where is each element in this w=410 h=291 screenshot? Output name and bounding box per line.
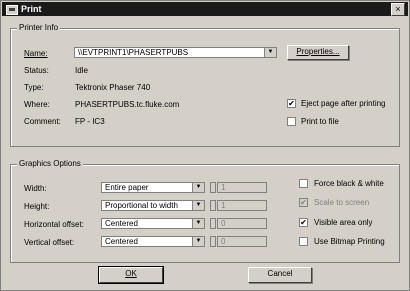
chevron-down-icon[interactable]: ▼ xyxy=(264,48,276,57)
printer-name-value: \\EVTPRINT1\PHASERTPUBS xyxy=(78,48,189,57)
width-value: Entire paper xyxy=(105,183,149,192)
printer-info-group: Printer Info Name: \\EVTPRINT1\PHASERTPU… xyxy=(10,23,400,147)
height-spinner xyxy=(210,200,216,211)
status-label: Status: xyxy=(24,66,49,75)
height-dropdown[interactable]: Proportional to width ▼ xyxy=(101,200,205,211)
comment-value: FP - IC3 xyxy=(75,117,105,126)
where-label: Where: xyxy=(24,100,50,109)
properties-button[interactable]: Properties... xyxy=(287,45,349,60)
where-value: PHASERTPUBS.tc.fluke.com xyxy=(75,100,180,109)
use-bitmap-printing-checkbox[interactable] xyxy=(299,237,308,246)
eject-page-checkbox[interactable]: ✔ xyxy=(287,99,296,108)
force-black-white-label: Force black & white xyxy=(314,179,384,188)
horizontal-offset-label: Horizontal offset: xyxy=(24,220,84,229)
width-dropdown[interactable]: Entire paper ▼ xyxy=(101,182,205,193)
visible-area-label: Visible area only xyxy=(314,218,373,227)
status-value: Idle xyxy=(75,66,88,75)
graphics-options-group: Graphics Options Width: Entire paper ▼ 1… xyxy=(10,159,400,263)
vertical-offset-value: Centered xyxy=(105,237,138,246)
print-to-file-checkbox[interactable] xyxy=(287,117,296,126)
horizontal-offset-number-field: 0 xyxy=(217,218,267,229)
type-label: Type: xyxy=(24,83,44,92)
eject-page-label: Eject page after printing xyxy=(301,99,386,108)
printer-name-dropdown[interactable]: \\EVTPRINT1\PHASERTPUBS ▼ xyxy=(74,47,277,58)
scale-to-screen-checkbox: ✔ xyxy=(299,198,308,207)
visible-area-checkbox[interactable]: ✔ xyxy=(299,218,308,227)
chevron-down-icon[interactable]: ▼ xyxy=(192,219,204,228)
printer-icon xyxy=(6,5,18,15)
width-spinner xyxy=(210,182,216,193)
chevron-down-icon[interactable]: ▼ xyxy=(192,237,204,246)
vertical-offset-label: Vertical offset: xyxy=(24,238,75,247)
use-bitmap-printing-label: Use Bitmap Printing xyxy=(314,237,385,246)
width-label: Width: xyxy=(24,184,47,193)
width-number-field: 1 xyxy=(217,182,267,193)
height-value: Proportional to width xyxy=(105,201,178,210)
dialog-title: Print xyxy=(21,4,42,14)
comment-label: Comment: xyxy=(24,117,61,126)
name-label: Name: xyxy=(24,49,48,58)
horizontal-offset-spinner xyxy=(210,218,216,229)
chevron-down-icon[interactable]: ▼ xyxy=(192,201,204,210)
horizontal-offset-dropdown[interactable]: Centered ▼ xyxy=(101,218,205,229)
scale-to-screen-label: Scale to screen xyxy=(314,198,370,207)
vertical-offset-spinner xyxy=(210,236,216,247)
title-bar: Print × xyxy=(2,2,408,16)
type-value: Tektronix Phaser 740 xyxy=(75,83,151,92)
printer-info-group-label: Printer Info xyxy=(17,23,61,32)
chevron-down-icon[interactable]: ▼ xyxy=(192,183,204,192)
height-label: Height: xyxy=(24,202,50,211)
height-number-field: 1 xyxy=(217,200,267,211)
force-black-white-checkbox[interactable] xyxy=(299,179,308,188)
print-dialog: Print × Printer Info Name: \\EVTPRINT1\P… xyxy=(0,0,410,291)
cancel-button[interactable]: Cancel xyxy=(248,267,312,283)
vertical-offset-dropdown[interactable]: Centered ▼ xyxy=(101,236,205,247)
close-button[interactable]: × xyxy=(391,3,405,16)
graphics-options-group-label: Graphics Options xyxy=(17,159,83,168)
horizontal-offset-value: Centered xyxy=(105,219,138,228)
print-to-file-label: Print to file xyxy=(301,117,339,126)
vertical-offset-number-field: 0 xyxy=(217,236,267,247)
ok-button[interactable]: OK xyxy=(98,266,164,284)
